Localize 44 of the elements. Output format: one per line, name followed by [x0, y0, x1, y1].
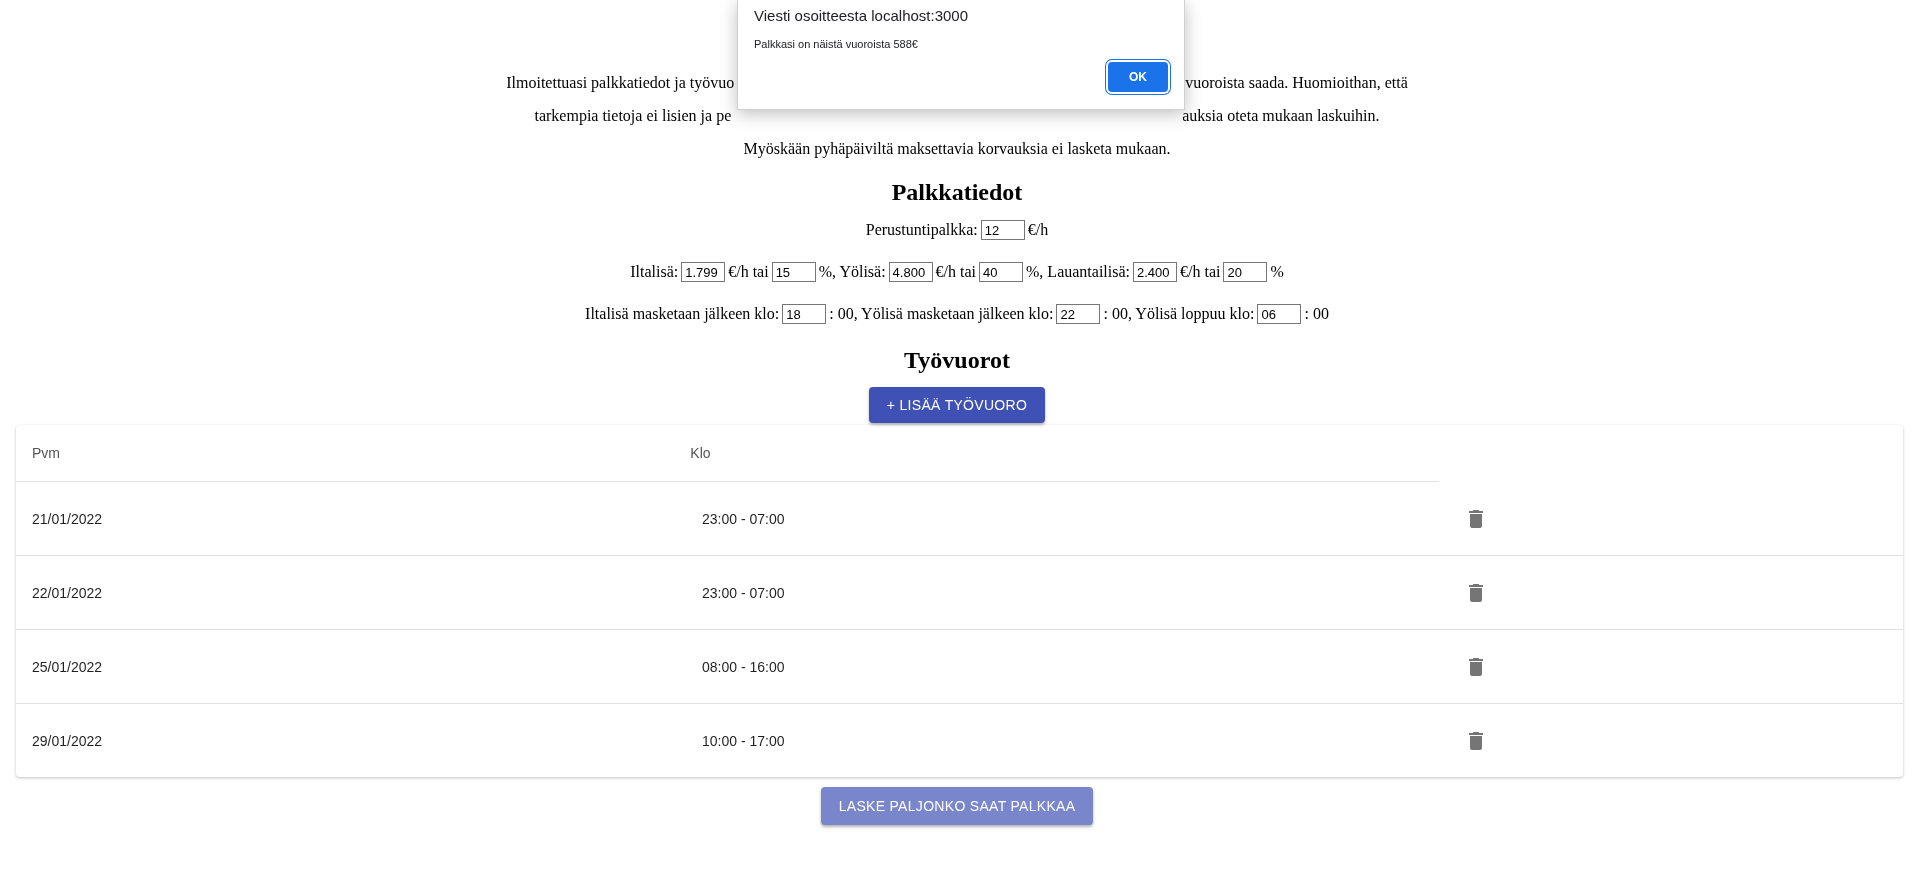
intro-text: Myöskään pyhäpäiviltä maksettavia korvauksia ei lasketa mukaan. [743, 139, 1171, 160]
column-header: Pvm [32, 445, 61, 461]
field-label: % [1270, 263, 1284, 281]
field-label: : 00, Yölisä loppuu klo: [1103, 305, 1255, 323]
input-field[interactable]: 4.800 [888, 262, 933, 282]
dialog-title: Viesti osoitteesta localhost:3000 [754, 7, 970, 24]
input-field[interactable]: 40 [979, 262, 1024, 282]
table-cell-text: 23:00 - 07:00 [702, 584, 786, 601]
input-field[interactable]: 20 [1223, 262, 1268, 282]
table-cell-text: 25/01/2022 [32, 658, 104, 675]
field-label: : 00 [1304, 305, 1329, 323]
table-cell-text: 29/01/2022 [32, 732, 104, 749]
input-field[interactable]: 22 [1056, 304, 1101, 324]
field-label: €/h tai [935, 263, 977, 281]
input-field[interactable]: 1.799 [681, 262, 726, 282]
input-field[interactable]: 12 [980, 220, 1025, 240]
intro-text: auksia oteta mukaan laskuihin. [1182, 106, 1380, 126]
add-shift-button[interactable]: + LISÄÄ TYÖVUORO [869, 387, 1045, 423]
table-cell-text: 23:00 - 07:00 [702, 510, 786, 527]
field-label: %, Yölisä: [818, 263, 886, 281]
field-label: : 00, Yölisä masketaan jälkeen klo: [829, 305, 1054, 323]
ok-button[interactable]: OK [1108, 62, 1168, 92]
table-cell-text: 21/01/2022 [32, 510, 104, 527]
section-heading: Palkkatiedot [890, 178, 1024, 207]
table-cell-text: 10:00 - 17:00 [702, 732, 786, 749]
section-heading: Työvuorot [903, 346, 1011, 375]
input-field[interactable]: 18 [782, 304, 827, 324]
intro-text: Ilmoitettuasi palkkatiedot ja työvuo [506, 73, 735, 94]
column-header: Klo [690, 445, 712, 461]
field-label: Iltalisä: [630, 263, 679, 281]
intro-text: vuoroista saada. Huomioithan, että [1185, 73, 1408, 93]
table-cell-text: 08:00 - 16:00 [702, 658, 786, 675]
dialog-message: Palkkasi on näistä vuoroista 588€ [754, 38, 919, 50]
field-label: Perustuntipalkka: [865, 221, 978, 239]
table-cell-text: 22/01/2022 [32, 584, 104, 601]
input-field[interactable]: 2.400 [1133, 262, 1177, 282]
intro-text: tarkempia tietoja ei lisien ja pe [534, 106, 732, 127]
field-label: %, Lauantailisä: [1026, 263, 1130, 281]
input-field[interactable]: 06 [1257, 304, 1302, 324]
field-label: Iltalisä masketaan jälkeen klo: [585, 305, 780, 323]
field-label: €/h tai [1180, 263, 1221, 281]
field-label: €/h tai [728, 263, 769, 281]
input-field[interactable]: 15 [771, 262, 816, 282]
field-label: €/h [1027, 221, 1049, 239]
